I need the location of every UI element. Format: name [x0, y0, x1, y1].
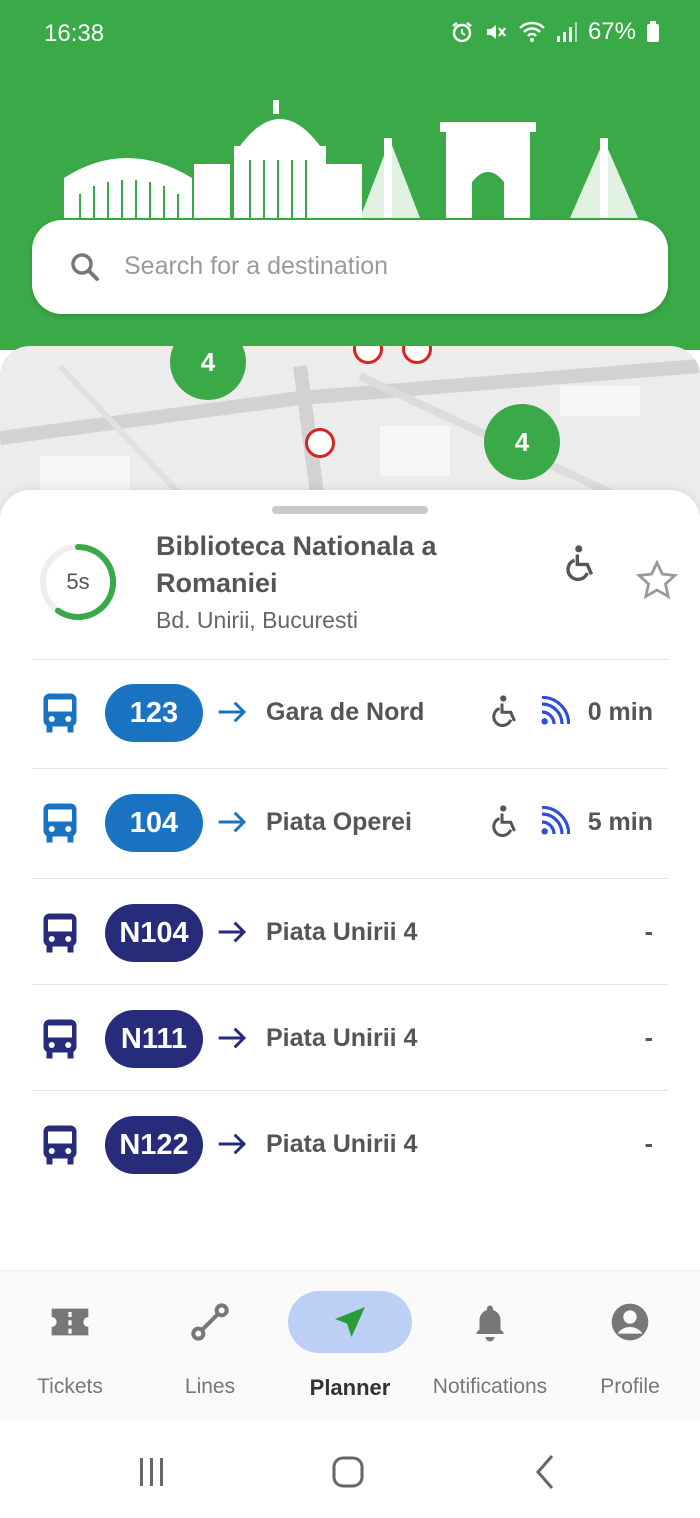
status-time: 16:38: [44, 20, 105, 47]
wheelchair-accessible-icon: [566, 545, 594, 582]
arrow-right-icon: [218, 1133, 247, 1155]
destination-label: Piata Unirii 4: [266, 918, 418, 946]
nav-label: Profile: [600, 1375, 660, 1398]
nav-item-notifications[interactable]: Notifications: [420, 1271, 560, 1421]
map-stop-cluster[interactable]: 4: [484, 404, 560, 480]
departure-row[interactable]: N104 Piata Unirii 4 -: [0, 880, 700, 988]
signal-icon: [556, 22, 577, 42]
nav-icon-container: [148, 1291, 272, 1353]
home-icon[interactable]: [328, 1452, 368, 1492]
nav-icon-container: [8, 1291, 132, 1353]
wheelchair-accessible-icon: [492, 695, 516, 727]
mute-icon: [486, 25, 506, 39]
bus-icon: [43, 913, 77, 953]
bus-icon: [43, 693, 77, 733]
favorite-star-icon[interactable]: [636, 560, 678, 600]
bus-icon: [43, 1125, 77, 1165]
realtime-signal-icon: [541, 696, 570, 725]
departure-row[interactable]: 104 Piata Operei 5 min: [0, 770, 700, 878]
divider: [32, 878, 668, 879]
system-navigation-bar: [0, 1420, 700, 1518]
status-icons: 67%: [450, 18, 660, 46]
realtime-signal-icon: [541, 806, 570, 835]
destination-label: Piata Unirii 4: [266, 1130, 418, 1158]
bus-icon: [43, 803, 77, 843]
arrow-right-icon: [218, 1027, 247, 1049]
eta-label: 5 min: [587, 808, 653, 836]
refresh-timer-label: 5s: [66, 569, 90, 594]
line-badge: N111: [105, 1010, 203, 1068]
bell-icon: [476, 1305, 504, 1342]
nav-label: Lines: [184, 1375, 236, 1398]
line-badge: 104: [105, 794, 203, 852]
destination-label: Gara de Nord: [266, 698, 425, 726]
destination-search-input[interactable]: Search for a destination: [32, 220, 668, 314]
nav-label: Notifications: [432, 1375, 548, 1398]
arrow-right-icon: [218, 921, 247, 943]
stop-details-sheet: 5s Biblioteca Nationala a Romaniei Bd. U…: [0, 490, 700, 1270]
line-badge: N104: [105, 904, 203, 962]
battery-percent: 67%: [587, 18, 636, 45]
nav-icon-container: [428, 1291, 552, 1353]
battery-icon: [647, 21, 659, 42]
bus-icon: [43, 1019, 77, 1059]
eta-label: -: [644, 1024, 653, 1052]
alarm-icon: [452, 22, 472, 43]
navigation-arrow-icon: [335, 1307, 365, 1337]
departure-row[interactable]: 123 Gara de Nord 0 min: [0, 660, 700, 768]
divider: [32, 984, 668, 985]
divider: [32, 1090, 668, 1091]
nav-icon-container: [288, 1291, 412, 1353]
sheet-drag-handle[interactable]: [272, 506, 428, 514]
nav-item-lines[interactable]: Lines: [140, 1271, 280, 1421]
account-circle-icon: [611, 1303, 649, 1341]
wheelchair-accessible-icon: [492, 805, 516, 837]
nav-item-tickets[interactable]: Tickets: [0, 1271, 140, 1421]
line-badge: N122: [105, 1116, 203, 1174]
line-badge: 123: [105, 684, 203, 742]
map-stop-marker[interactable]: [305, 428, 335, 458]
eta-label: -: [644, 1130, 653, 1158]
divider: [32, 768, 668, 769]
wifi-icon: [519, 21, 545, 42]
search-icon: [71, 253, 99, 281]
ticket-icon: [51, 1308, 89, 1336]
bottom-navigation: Tickets Lines Planner Notifications Prof…: [0, 1270, 700, 1420]
refresh-timer: 5s: [38, 542, 118, 622]
departure-row[interactable]: N111 Piata Unirii 4 -: [0, 986, 700, 1094]
destination-label: Piata Unirii 4: [266, 1024, 418, 1052]
stop-name: Biblioteca Nationala a Romaniei: [156, 531, 437, 598]
recent-apps-icon[interactable]: [132, 1452, 172, 1492]
eta-label: 0 min: [587, 698, 653, 726]
nav-label: Planner: [309, 1375, 391, 1400]
eta-label: -: [644, 918, 653, 946]
back-icon[interactable]: [526, 1452, 566, 1492]
nav-icon-container: [568, 1291, 692, 1353]
arrow-right-icon: [218, 701, 247, 723]
stop-address: Bd. Unirii, Bucuresti: [156, 607, 358, 633]
route-icon: [191, 1303, 229, 1341]
status-bar: 16:38 67%: [0, 0, 700, 68]
destination-label: Piata Operei: [266, 808, 412, 836]
nav-label: Tickets: [37, 1375, 103, 1398]
arrow-right-icon: [218, 811, 247, 833]
departure-row[interactable]: N122 Piata Unirii 4 -: [0, 1092, 700, 1200]
nav-item-planner[interactable]: Planner: [280, 1271, 420, 1421]
search-placeholder: Search for a destination: [124, 252, 389, 280]
city-skyline-illustration: [64, 100, 638, 218]
nav-item-profile[interactable]: Profile: [560, 1271, 700, 1421]
